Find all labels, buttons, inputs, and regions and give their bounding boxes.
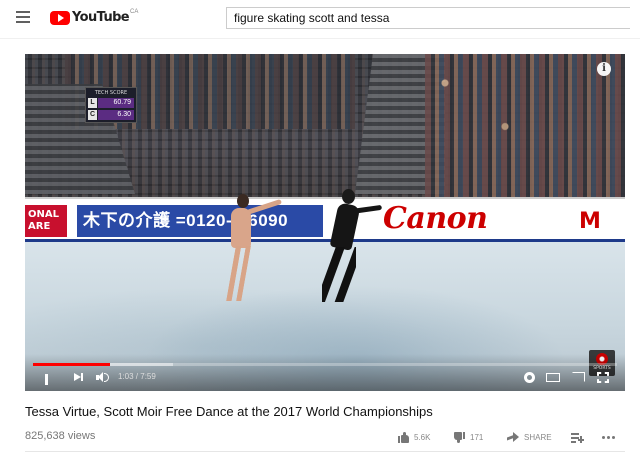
search-input[interactable] — [227, 8, 630, 28]
settings-gear-icon[interactable] — [524, 372, 535, 383]
info-icon[interactable]: i — [597, 62, 611, 76]
dislike-count: 171 — [470, 432, 484, 442]
thumbs-up-icon — [398, 431, 409, 443]
time-display: 1:03 / 7:59 — [118, 372, 156, 381]
crowd-right — [425, 54, 625, 199]
info-divider — [25, 451, 625, 452]
add-to-playlist-button[interactable] — [571, 428, 584, 446]
tech-score-key: C — [88, 109, 97, 120]
next-icon[interactable] — [74, 372, 84, 382]
tech-score-row: C 6.30 — [86, 109, 136, 120]
menu-icon[interactable] — [16, 11, 30, 23]
tech-score-row: L 60.79 — [86, 97, 136, 108]
youtube-logo[interactable]: YouTube CA — [50, 9, 138, 27]
tech-score-value: 60.79 — [98, 97, 134, 108]
controls-gradient — [25, 354, 625, 391]
skater-scott — [314, 189, 383, 309]
video-player[interactable]: TECH SCORE L 60.79 C 6.30 ONAL ARE 木下の介護… — [25, 54, 625, 391]
volume-icon[interactable] — [96, 372, 110, 383]
add-to-playlist-icon — [571, 432, 584, 443]
share-label: SHARE — [524, 432, 552, 442]
view-count: 825,638 views — [25, 430, 96, 442]
logo-text: YouTube — [72, 10, 130, 25]
progress-bar[interactable] — [33, 363, 617, 366]
share-icon — [507, 432, 519, 442]
ad-national-care: ONAL ARE — [25, 205, 67, 237]
youtube-watch-page: YouTube CA TECH SCORE L 60.79 C 6.30 ONA… — [0, 0, 640, 459]
region-label: CA — [130, 9, 139, 15]
ad-kinoshita-care: 木下の介護 =0120-8-6090 — [77, 205, 323, 237]
progress-played — [33, 363, 111, 366]
pause-icon[interactable] — [45, 372, 55, 385]
youtube-logo-icon — [50, 11, 70, 25]
share-button[interactable]: SHARE — [507, 428, 552, 446]
like-count: 5.6K — [414, 432, 431, 442]
header-divider — [0, 38, 640, 39]
like-button[interactable]: 5.6K — [398, 428, 430, 446]
video-title: Tessa Virtue, Scott Moir Free Dance at t… — [25, 404, 433, 419]
tech-score-key: L — [88, 97, 97, 108]
tech-score-overlay: TECH SCORE L 60.79 C 6.30 — [85, 87, 137, 123]
ad-m-sponsor: M — [579, 209, 601, 234]
thumbs-down-icon — [454, 431, 465, 443]
tech-score-value: 6.30 — [98, 109, 134, 120]
dislike-button[interactable]: 171 — [454, 428, 483, 446]
theater-mode-icon[interactable] — [546, 373, 560, 382]
cast-icon[interactable] — [572, 372, 585, 382]
ad-canon-logo: Canon — [383, 201, 488, 236]
skater-tessa — [213, 194, 283, 309]
search-box[interactable] — [226, 7, 630, 29]
masthead: YouTube CA — [0, 0, 640, 36]
more-actions-button[interactable] — [602, 428, 615, 446]
more-icon — [602, 435, 615, 439]
tech-score-title: TECH SCORE — [94, 90, 128, 96]
